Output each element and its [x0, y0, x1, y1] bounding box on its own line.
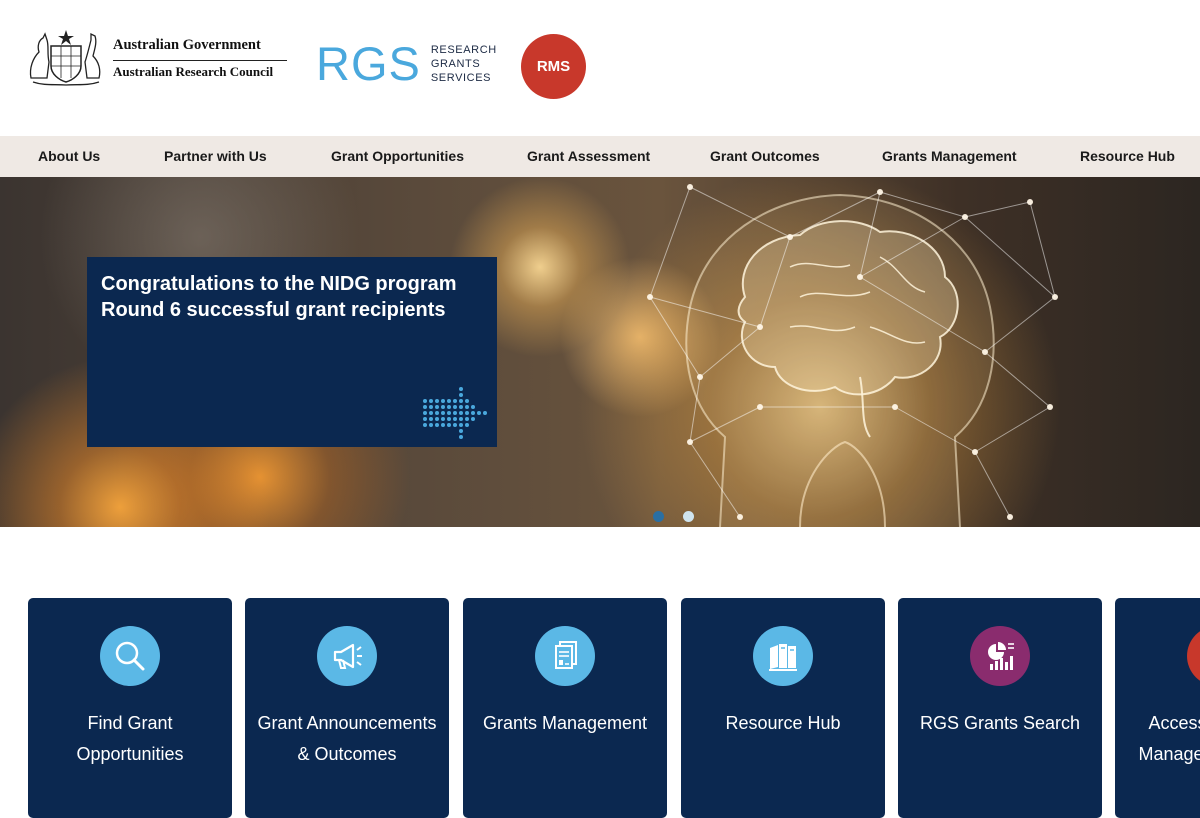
- hero-title: Congratulations to the NIDG program Roun…: [101, 273, 457, 321]
- documents-icon: [535, 626, 595, 686]
- government-name: Australian Government: [113, 37, 287, 61]
- rms-button[interactable]: RMS: [521, 34, 586, 99]
- nav-item-grant-outcomes[interactable]: Grant Outcomes: [710, 136, 820, 177]
- council-name: Australian Research Council: [113, 63, 274, 79]
- nav-item-partner-with-us[interactable]: Partner with Us: [164, 136, 267, 177]
- nav-item-grant-assessment[interactable]: Grant Assessment: [527, 136, 650, 177]
- site-header: Australian Government Australian Researc…: [0, 0, 1200, 136]
- carousel-dot-1[interactable]: [653, 511, 664, 522]
- tile-label: Resource Hub: [725, 713, 841, 733]
- hero-announcement-card[interactable]: Congratulations to the NIDG program Roun…: [87, 257, 497, 447]
- megaphone-icon: [317, 626, 377, 686]
- tile-label: Grant Announcements & Outcomes: [257, 713, 437, 764]
- tile-grants-management[interactable]: Grants Management: [463, 598, 667, 818]
- hero-carousel: Congratulations to the NIDG program Roun…: [0, 177, 1200, 527]
- nav-item-grant-opportunities[interactable]: Grant Opportunities: [331, 136, 464, 177]
- tile-rgs-grants-search[interactable]: RGS Grants Search: [898, 598, 1102, 818]
- rgs-text-research: RESEARCH: [430, 43, 497, 56]
- rgs-text-grants: GRANTS: [430, 57, 481, 70]
- rgs-wordmark: RESEARCH GRANTS SERVICES: [431, 43, 497, 85]
- arrow-right-icon: [423, 387, 487, 439]
- tile-find-grant-opportunities[interactable]: Find Grant Opportunities: [28, 598, 232, 818]
- tile-grant-announcements[interactable]: Grant Announcements & Outcomes: [245, 598, 449, 818]
- carousel-dot-2[interactable]: [683, 511, 694, 522]
- nav-item-grants-management[interactable]: Grants Management: [882, 136, 1017, 177]
- nav-item-resource-hub[interactable]: Resource Hub: [1080, 136, 1175, 177]
- tile-resource-hub[interactable]: Resource Hub: [681, 598, 885, 818]
- tile-label: RGS Grants Search: [919, 713, 1081, 733]
- books-icon: [753, 626, 813, 686]
- report-chart-icon: [970, 626, 1030, 686]
- rgs-text-services: SERVICES: [430, 71, 492, 84]
- tile-label: Find Grant Opportunities: [76, 713, 184, 764]
- main-navigation: About Us Partner with Us Grant Opportuni…: [0, 136, 1200, 177]
- portal-icon: [1187, 626, 1200, 686]
- search-icon: [100, 626, 160, 686]
- nav-item-about-us[interactable]: About Us: [38, 136, 100, 177]
- tile-label: Access to Grants Management Portal: [1138, 713, 1200, 764]
- australian-government-logo[interactable]: Australian Government Australian Researc…: [25, 28, 287, 88]
- coat-of-arms-icon: [29, 30, 101, 86]
- tile-access-grants-management[interactable]: Access to Grants Management Portal: [1115, 598, 1200, 818]
- tile-label: Grants Management: [482, 713, 648, 733]
- rgs-logo[interactable]: RGS RESEARCH GRANTS SERVICES: [316, 40, 497, 87]
- rgs-mark: RGS: [316, 37, 421, 90]
